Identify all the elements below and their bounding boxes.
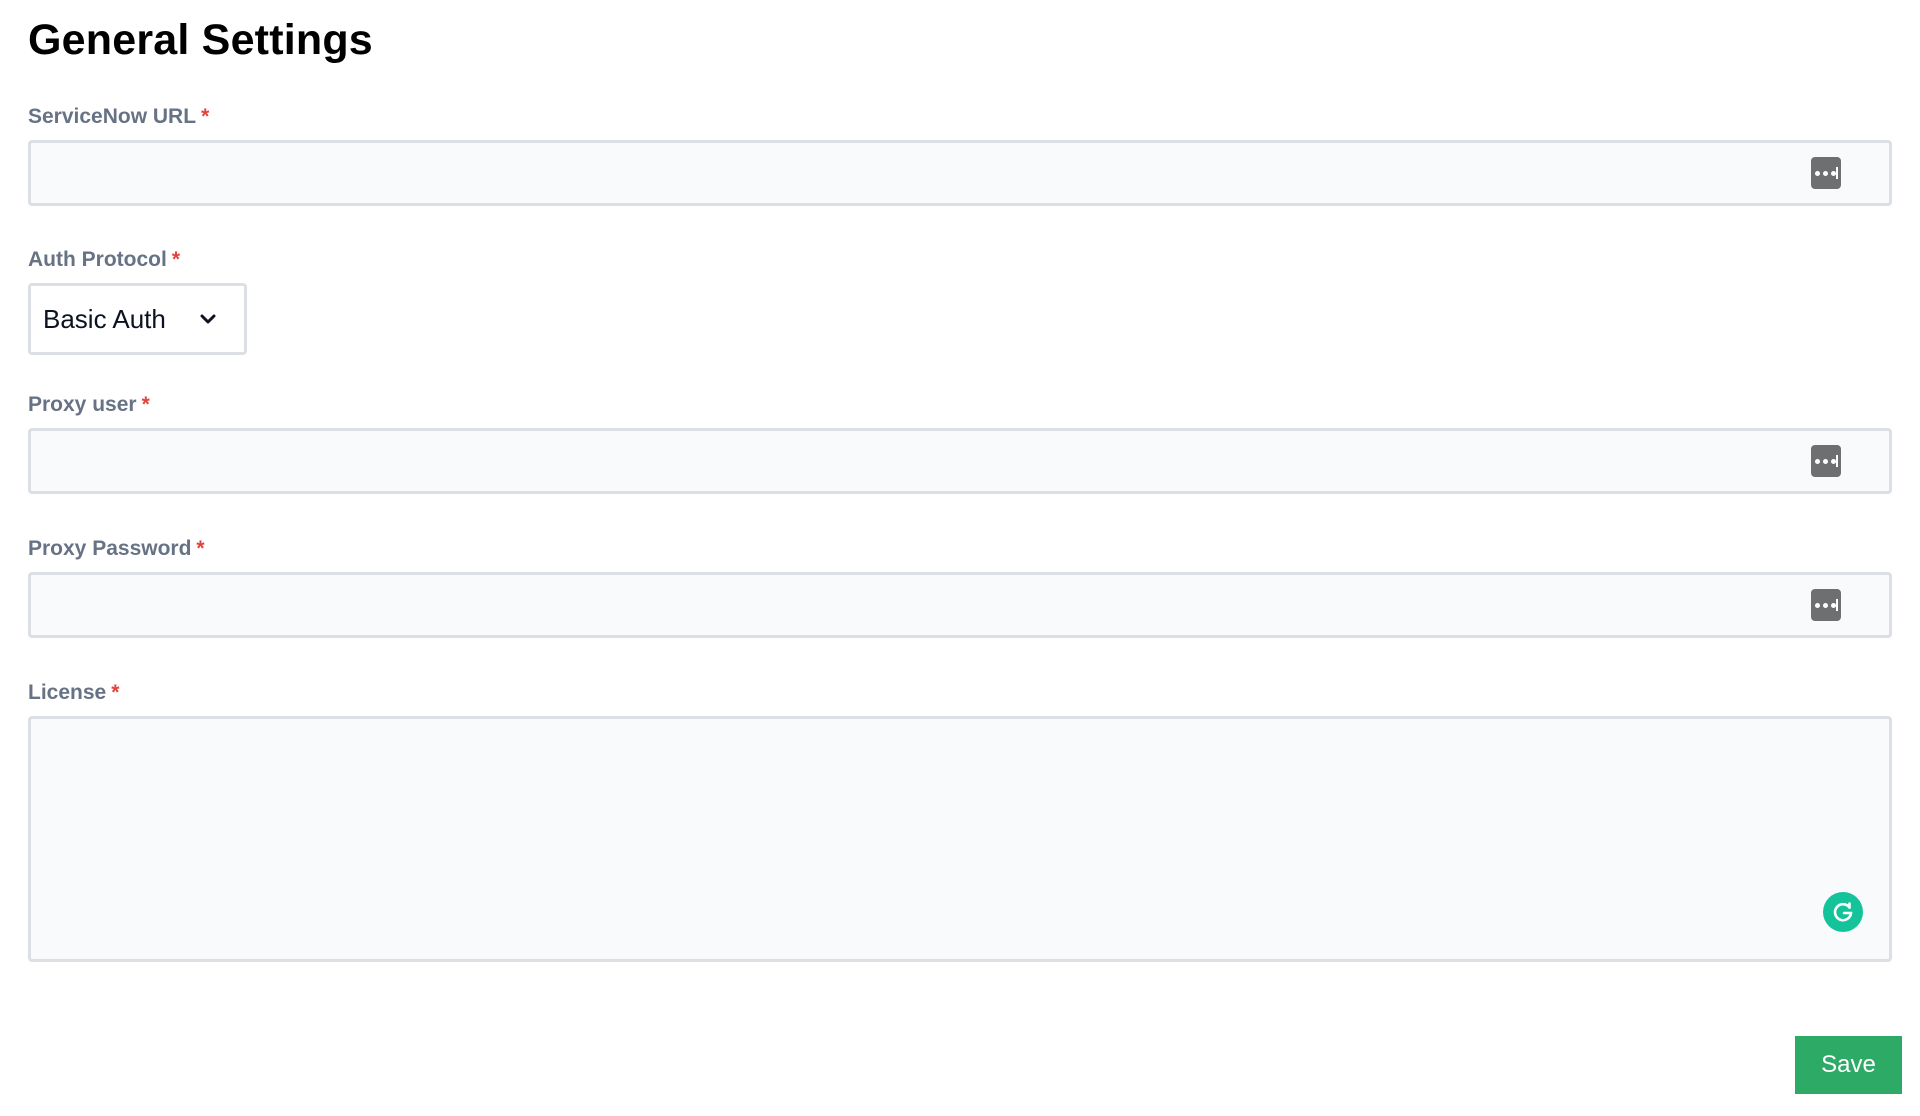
servicenow-url-input[interactable]	[31, 143, 1801, 203]
license-label: License	[28, 681, 107, 704]
proxy-user-label: Proxy user	[28, 393, 137, 416]
auth-protocol-selected-value: Basic Auth	[43, 303, 166, 334]
required-mark: *	[196, 537, 205, 560]
required-mark: *	[201, 105, 210, 128]
license-textarea[interactable]	[31, 719, 1881, 957]
auth-protocol-select[interactable]: Basic Auth	[28, 283, 247, 355]
proxy-password-field: Proxy Password *	[28, 536, 1892, 638]
license-textarea-box[interactable]	[28, 716, 1892, 962]
license-label-row: License *	[28, 680, 1892, 706]
auth-protocol-label-row: Auth Protocol *	[28, 247, 1892, 273]
proxy-password-label: Proxy Password	[28, 537, 192, 560]
license-field: License *	[28, 680, 1892, 962]
page-title: General Settings	[28, 16, 373, 64]
proxy-password-input-box[interactable]	[28, 572, 1892, 638]
proxy-password-label-row: Proxy Password *	[28, 536, 1892, 562]
proxy-user-input-box[interactable]	[28, 428, 1892, 494]
proxy-password-input[interactable]	[31, 575, 1801, 635]
save-button[interactable]: Save	[1795, 1036, 1902, 1094]
required-mark: *	[111, 681, 120, 704]
auth-protocol-field: Auth Protocol * Basic Auth	[28, 247, 1892, 355]
password-manager-icon[interactable]	[1811, 589, 1841, 621]
servicenow-url-label: ServiceNow URL	[28, 105, 197, 128]
auth-protocol-label: Auth Protocol	[28, 248, 167, 271]
servicenow-url-input-box[interactable]	[28, 140, 1892, 206]
password-manager-icon[interactable]	[1811, 445, 1841, 477]
password-manager-icon[interactable]	[1811, 157, 1841, 189]
grammarly-icon[interactable]	[1823, 892, 1863, 932]
required-mark: *	[141, 393, 150, 416]
servicenow-url-field: ServiceNow URL *	[28, 104, 1892, 206]
required-mark: *	[171, 248, 181, 271]
proxy-user-input[interactable]	[31, 431, 1801, 491]
proxy-user-label-row: Proxy user *	[28, 392, 1892, 418]
servicenow-url-label-row: ServiceNow URL *	[28, 104, 1892, 130]
chevron-down-icon	[200, 314, 216, 324]
proxy-user-field: Proxy user *	[28, 392, 1892, 494]
